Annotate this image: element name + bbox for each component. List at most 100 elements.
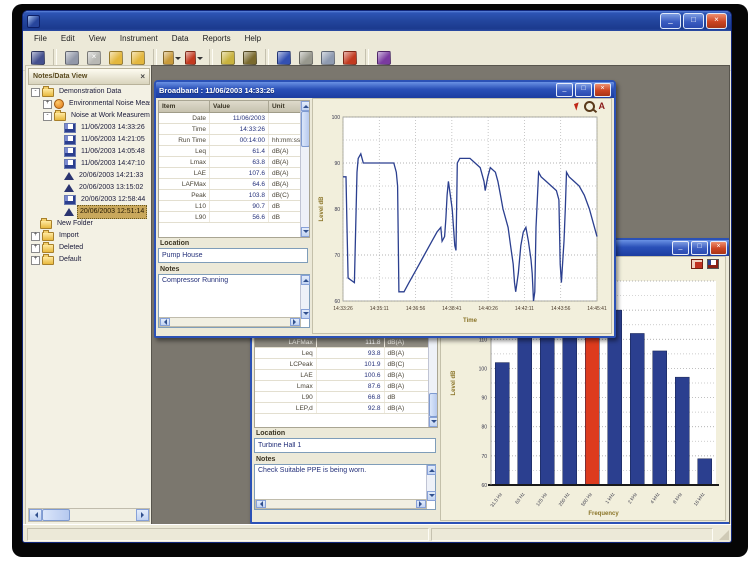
table-row[interactable]: Run Time00:14:00hh:mm:ss <box>159 135 309 146</box>
menu-reports[interactable]: Reports <box>196 33 238 44</box>
broadband-restore-button[interactable]: □ <box>575 83 592 97</box>
table-row[interactable]: L9056.6dB <box>159 212 309 223</box>
column-header[interactable]: Item <box>159 101 210 113</box>
table-view-icon[interactable] <box>691 259 703 269</box>
menu-help[interactable]: Help <box>238 33 268 44</box>
expander-icon[interactable]: + <box>31 232 40 241</box>
broadband-titlebar[interactable]: Broadband : 11/06/2003 14:33:26 _ □ × <box>156 82 614 98</box>
resize-grip[interactable] <box>719 530 729 540</box>
expander-icon[interactable]: + <box>43 100 52 109</box>
notes-vertical-scrollbar[interactable] <box>426 465 435 501</box>
menu-data[interactable]: Data <box>165 33 196 44</box>
item-cell: LAFMax <box>255 337 316 348</box>
scroll-thumb[interactable] <box>42 509 70 521</box>
scroll-up-icon[interactable] <box>301 275 310 285</box>
octave-close-button[interactable]: × <box>710 241 727 255</box>
table-row[interactable]: Lmax63.8dB(A) <box>159 157 309 168</box>
table-row[interactable]: LAFMax111.8dB(A) <box>255 337 437 348</box>
mountain-icon <box>64 172 74 180</box>
tree-item[interactable]: 20/06/2003 12:51:14 <box>28 206 150 218</box>
notes-vertical-scrollbar[interactable] <box>300 275 309 319</box>
notes-textarea[interactable]: Compressor Running <box>159 275 306 322</box>
item-cell: L90 <box>255 392 316 403</box>
scroll-left-icon[interactable] <box>160 318 170 326</box>
scroll-left-icon[interactable] <box>29 509 42 521</box>
sidebar-close-icon[interactable]: × <box>140 72 145 81</box>
svg-text:90: 90 <box>481 396 487 402</box>
scroll-right-icon[interactable] <box>416 500 426 508</box>
autoscale-icon[interactable]: A <box>599 102 606 111</box>
menu-file[interactable]: File <box>27 33 54 44</box>
close-button[interactable]: × <box>706 13 727 29</box>
column-header[interactable]: Value <box>210 101 269 113</box>
table-row[interactable]: Leq61.4dB(A) <box>159 146 309 157</box>
expander-icon[interactable]: - <box>43 112 52 121</box>
menu-view[interactable]: View <box>82 33 113 44</box>
scroll-down-icon[interactable] <box>429 417 438 427</box>
scroll-thumb[interactable] <box>301 111 310 147</box>
tree-item[interactable]: 20/06/2003 13:15:02 <box>28 182 150 194</box>
scroll-down-icon[interactable] <box>301 309 310 319</box>
tree-item[interactable]: -Noise at Work Measurem <box>28 110 150 122</box>
restore-button[interactable]: □ <box>683 13 704 29</box>
octave-restore-button[interactable]: □ <box>691 241 708 255</box>
pointer-icon[interactable] <box>573 102 580 110</box>
notes-box[interactable]: Compressor Running <box>158 274 310 328</box>
tree-item[interactable]: +Environmental Noise Meas <box>28 98 150 110</box>
scroll-down-icon[interactable] <box>427 491 436 501</box>
scroll-up-icon[interactable] <box>301 101 310 111</box>
broadband-close-button[interactable]: × <box>594 83 611 97</box>
scroll-down-icon[interactable] <box>301 227 310 237</box>
tree-horizontal-scrollbar[interactable] <box>28 508 150 522</box>
table-row[interactable]: LAFMax64.6dB(A) <box>159 179 309 190</box>
table-row[interactable]: Leq93.8dB(A) <box>255 348 437 359</box>
expander-icon[interactable]: + <box>31 256 40 265</box>
tree-item[interactable]: +Import <box>28 230 150 242</box>
table-row[interactable]: Time14:33:26 <box>159 124 309 135</box>
table-row[interactable]: LEP,d92.8dB(A) <box>255 403 437 414</box>
scroll-up-icon[interactable] <box>427 465 436 475</box>
table-row[interactable]: LCPeak101.9dB(C) <box>255 359 437 370</box>
tree-item[interactable]: +Deleted <box>28 242 150 254</box>
tree-item[interactable]: 11/06/2003 14:47:10 <box>28 158 150 170</box>
broadband-table-scrollbar[interactable] <box>300 101 309 237</box>
tree-item[interactable]: New Folder <box>28 218 150 230</box>
scroll-right-icon[interactable] <box>136 509 149 521</box>
octave-minimize-button[interactable]: _ <box>672 241 689 255</box>
tree-item[interactable]: 11/06/2003 14:33:26 <box>28 122 150 134</box>
tree-item[interactable]: 11/06/2003 14:05:48 <box>28 146 150 158</box>
app-titlebar[interactable]: _ □ × <box>23 11 731 31</box>
zoom-icon[interactable] <box>584 101 595 112</box>
scroll-thumb[interactable] <box>429 393 438 417</box>
svg-text:60: 60 <box>334 299 340 305</box>
chart-icon <box>64 123 76 133</box>
table-row[interactable]: LAE100.6dB(A) <box>255 370 437 381</box>
table-row[interactable]: L9066.8dB <box>255 392 437 403</box>
location-input[interactable] <box>158 248 308 263</box>
tree-item[interactable]: -Demonstration Data <box>28 86 150 98</box>
expander-icon[interactable]: - <box>31 88 40 97</box>
notes-horizontal-scrollbar[interactable] <box>255 499 427 509</box>
minimize-button[interactable]: _ <box>660 13 681 29</box>
scroll-right-icon[interactable] <box>290 318 300 326</box>
expander-icon[interactable]: + <box>31 244 40 253</box>
folder-save-icon <box>131 51 145 65</box>
table-row[interactable]: Peak103.8dB(C) <box>159 190 309 201</box>
tree-item[interactable]: 20/06/2003 14:21:33 <box>28 170 150 182</box>
table-row[interactable]: L1090.7dB <box>159 201 309 212</box>
chart-view-icon[interactable] <box>707 259 719 269</box>
scroll-left-icon[interactable] <box>256 500 266 508</box>
broadband-minimize-button[interactable]: _ <box>556 83 573 97</box>
location-label: Location <box>160 240 189 247</box>
value-cell: 92.8 <box>316 403 384 414</box>
table-row[interactable]: Lmax87.6dB(A) <box>255 381 437 392</box>
table-row[interactable]: LAE107.6dB(A) <box>159 168 309 179</box>
tree-item[interactable]: 11/06/2003 14:21:05 <box>28 134 150 146</box>
tree-item[interactable]: +Default <box>28 254 150 266</box>
menu-edit[interactable]: Edit <box>54 33 82 44</box>
notes-horizontal-scrollbar[interactable] <box>159 317 301 327</box>
menu-instrument[interactable]: Instrument <box>113 33 165 44</box>
notes-box[interactable]: Check Suitable PPE is being worn. <box>254 464 436 510</box>
table-row[interactable]: Date11/06/2003 <box>159 113 309 124</box>
location-input[interactable] <box>254 438 436 453</box>
